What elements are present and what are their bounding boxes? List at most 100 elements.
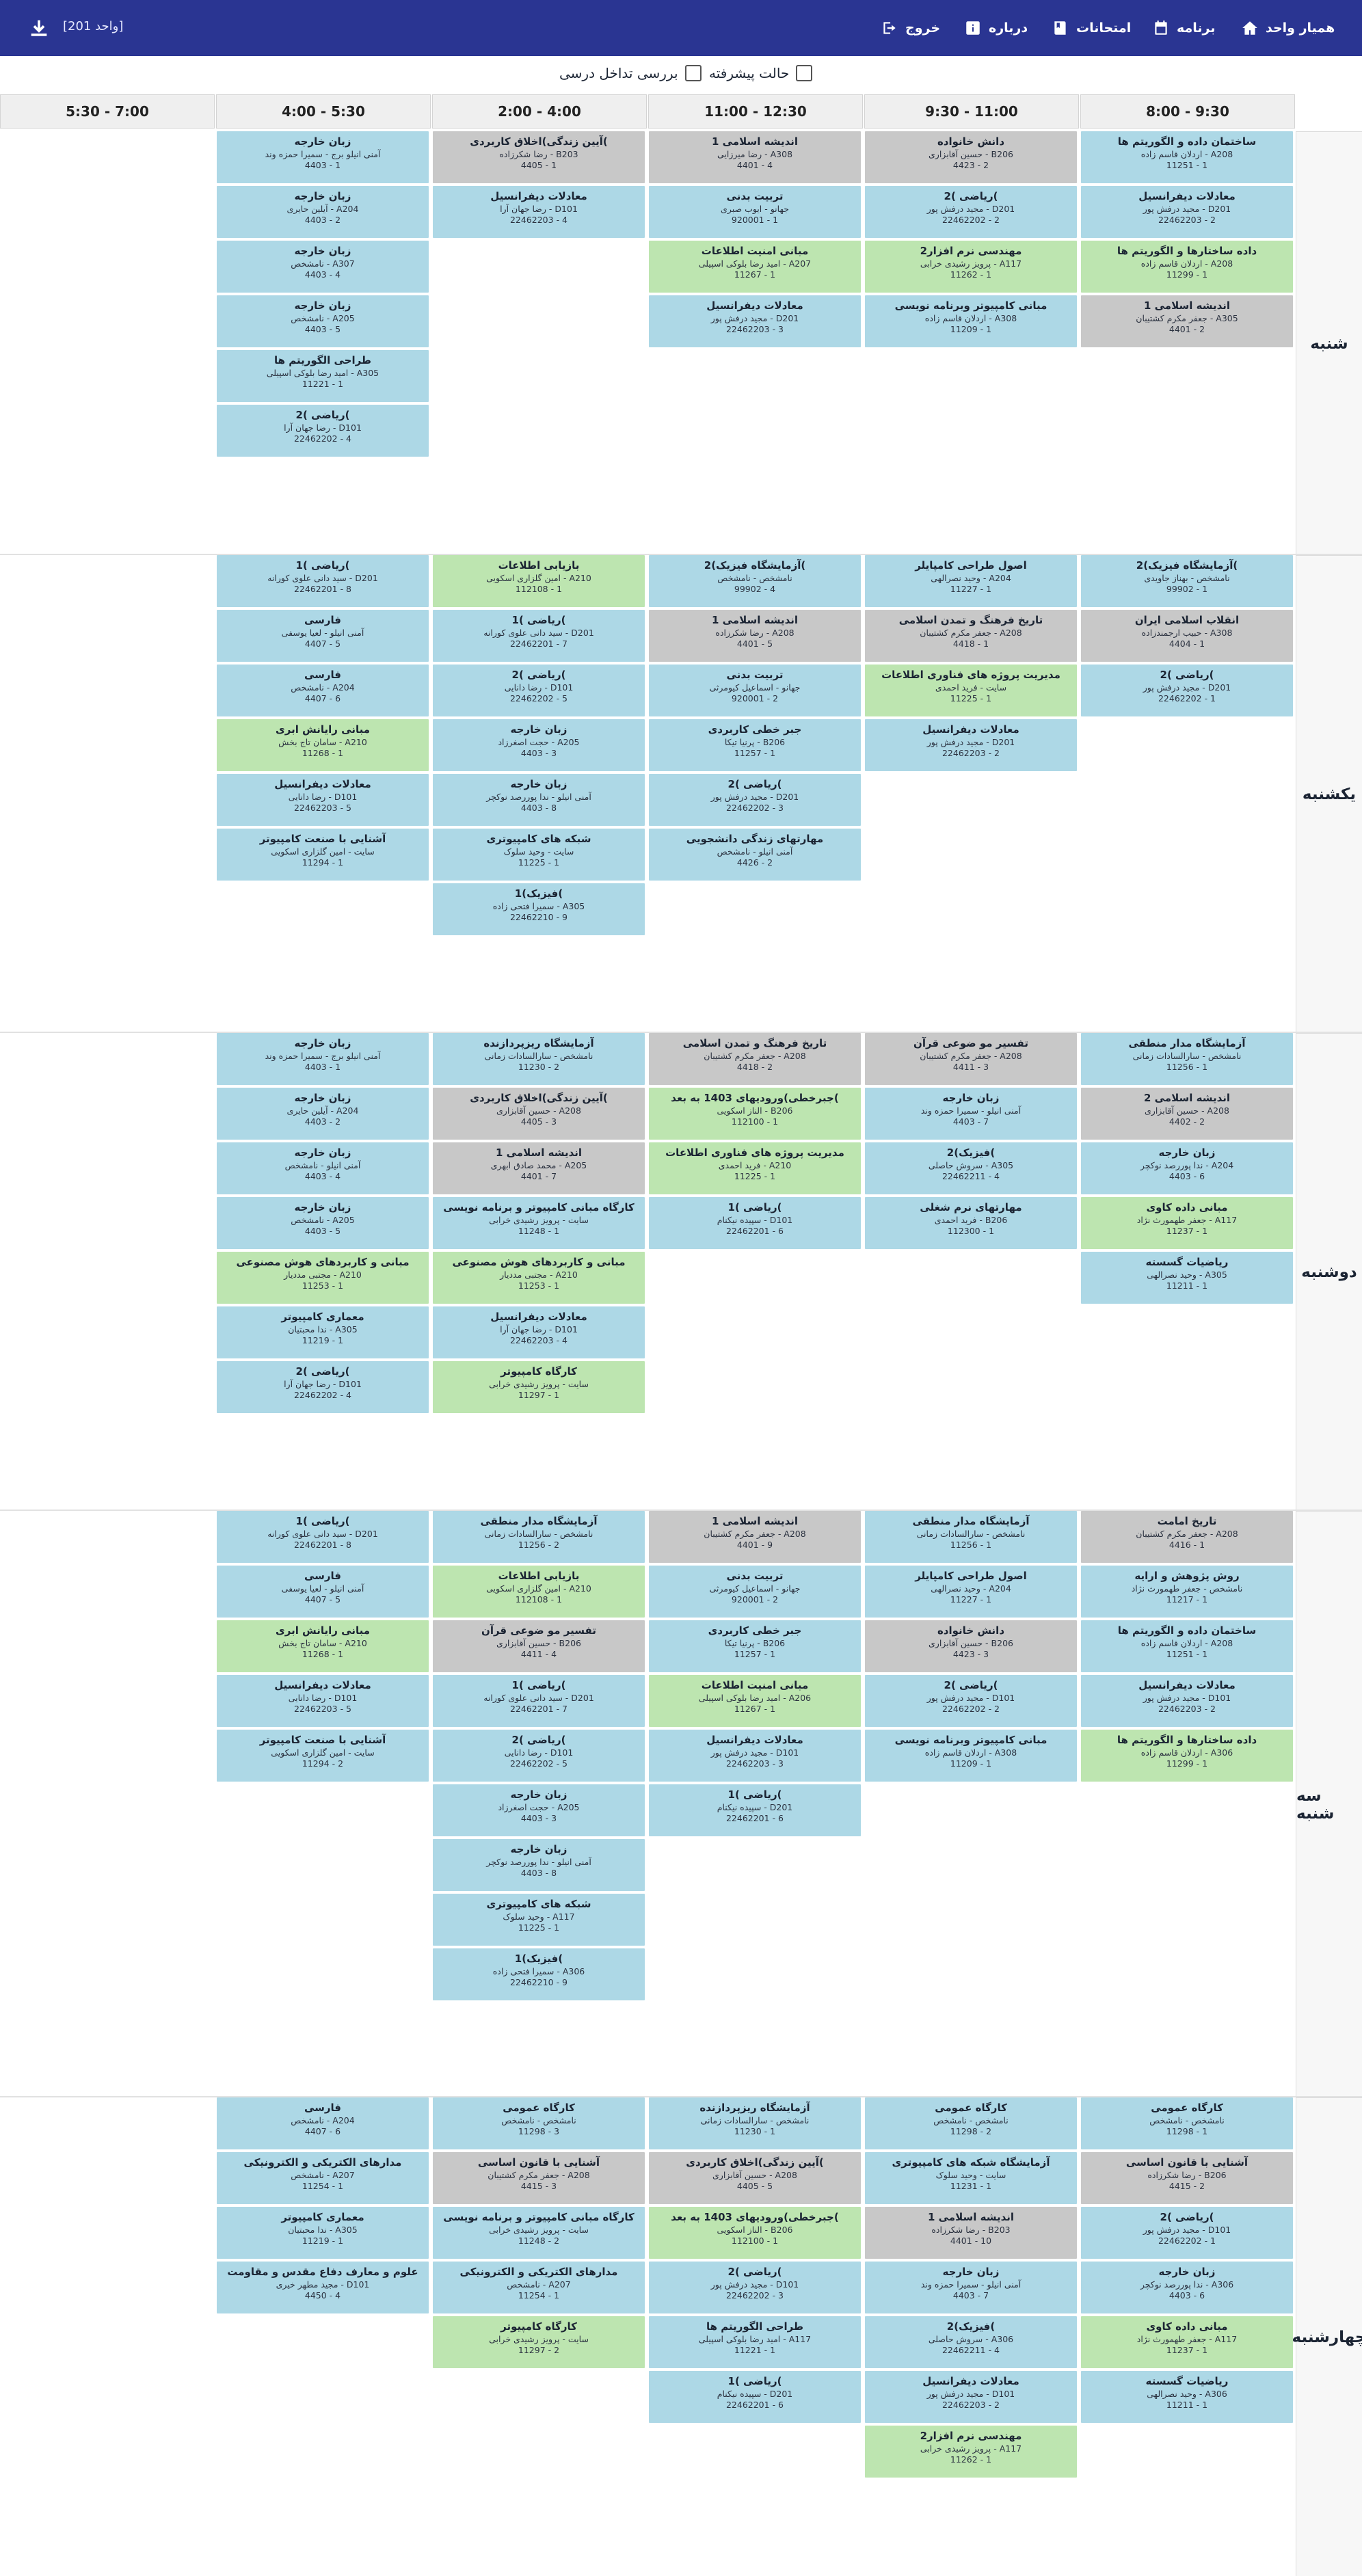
course-card[interactable]: کارگاه کامپیوتر سایت - پرویز رشیدی خرابی 1… [433, 2316, 645, 2368]
course-card[interactable]: آشنایی با صنعت کامپیوتر سایت - امین گلزار… [217, 829, 429, 881]
course-card[interactable]: روش پژوهش و ارایه نامشخص - جعفر طهمورث نژ… [1081, 1566, 1293, 1618]
course-card[interactable]: زبان خارجه آیلین حایری - A204 4403 - 2 [217, 1088, 429, 1140]
course-card[interactable]: ساختمان داده و الگوریتم ها اردلان قاسم زا… [1081, 1620, 1293, 1672]
course-card[interactable]: معادلات دیفرانسیل مجید درفش پور - D201 224… [1081, 186, 1293, 238]
course-card[interactable]: مبانی داده کاوی جعفر طهمورث نژاد - A117 11… [1081, 2316, 1293, 2368]
course-card[interactable]: زبان خارجه ندا پوررصد نوکچر - A306 4403 - … [1081, 2262, 1293, 2313]
course-card[interactable]: انقلاب اسلامی ایران حبیب ارجمندزاده - A30… [1081, 610, 1293, 662]
course-card[interactable]: معادلات دیفرانسیل مجید درفش پور - D201 224… [649, 295, 861, 347]
course-card[interactable]: ریاضی )1(سید دانی علوی کورانه - D201 2246… [217, 1511, 429, 1563]
course-card[interactable]: زبان خارجه حجت اصغرزاد - A205 4403 - 3 [433, 719, 645, 771]
nav-exams[interactable]: امتحانات [1052, 0, 1131, 56]
course-card[interactable]: زبان خارجه ندا پوررصد نوکچر - A204 4403 - … [1081, 1142, 1293, 1194]
course-card[interactable]: ریاضی )1(سپیده نیکنام - D101 22462201 - 6 [649, 1197, 861, 1249]
course-card[interactable]: اندیشه اسلامی 1 رضا شکرزاده - B203 4401 - … [865, 2207, 1077, 2259]
course-card[interactable]: اندیشه اسلامی 2 حسین آقابزاری - A208 4402 … [1081, 1088, 1293, 1140]
course-card[interactable]: ریاضی )2(مجید درفش پور - D201 22462202 - … [865, 186, 1077, 238]
course-card[interactable]: زبان خارجه آمنی انیلو - سمیرا حمزه وند 440… [865, 1088, 1077, 1140]
course-card[interactable]: معادلات دیفرانسیل مجید درفش پور - D101 224… [1081, 1675, 1293, 1727]
course-card[interactable]: ریاضی )2(مجید درفش پور - D201 22462202 - … [1081, 665, 1293, 716]
course-card[interactable]: اصول طراحی کامپایلر وحید نصرالهی - A204 11… [865, 555, 1077, 607]
course-card[interactable]: ریاضی )1(سپیده نیکنام - D201 22462201 - 6 [649, 2371, 861, 2423]
course-card[interactable]: بازیابی اطلاعات امین گلزاری اسکویی - A210… [433, 555, 645, 607]
course-card[interactable]: تاریخ فرهنگ و تمدن اسلامی جعفر مکرم کشتیب… [865, 610, 1077, 662]
course-card[interactable]: جبر خطی کاربردی پرنیا تیکا - B206 11257 - … [649, 1620, 861, 1672]
course-card[interactable]: زبان خارجه نامشخص - A205 4403 - 5 [217, 295, 429, 347]
course-card[interactable]: معادلات دیفرانسیل مجید درفش پور - D101 224… [649, 1730, 861, 1782]
conflict-check-option[interactable]: بررسی تداخل درسی [559, 63, 702, 83]
course-card[interactable]: آشنایی با قانون اساسی رضا شکرزاده - B206 4… [1081, 2152, 1293, 2204]
course-card[interactable]: معادلات دیفرانسیل مجید درفش پور - D201 224… [865, 719, 1077, 771]
course-card[interactable]: معادلات دیفرانسیل مجید درفش پور - D101 224… [865, 2371, 1077, 2423]
course-card[interactable]: مبانی کامپیوتر وبرنامه نویسی اردلان قاسم … [865, 295, 1077, 347]
course-card[interactable]: تفسیر مو ضوعی قرآن حسین آقابزاری - B206 44… [433, 1620, 645, 1672]
course-card[interactable]: زبان خارجه آمنی انیلو برج - سمیرا حمزه ون… [217, 131, 429, 183]
course-card[interactable]: مهندسی نرم افزار2 پرویز رشیدی خرابی - A11… [865, 2426, 1077, 2478]
course-card[interactable]: فیزیک)2(سروش حاصلی - A306 22462211 - 4 [865, 2316, 1077, 2368]
course-card[interactable]: تاریخ امامت جعفر مکرم کشتیبان - A208 4416 … [1081, 1511, 1293, 1563]
course-card[interactable]: ریاضی )1(سپیده نیکنام - D201 22462201 - 6 [649, 1784, 861, 1836]
course-card[interactable]: مهارتهای نرم شغلی فرید احمدی - B206 112300… [865, 1197, 1077, 1249]
course-card[interactable]: فارسی نامشخص - A204 4407 - 6 [217, 2097, 429, 2149]
course-card[interactable]: زبان خارجه آمنی انیلو - ندا پوررصد نوکچر 4… [433, 774, 645, 826]
course-card[interactable]: معادلات دیفرانسیل رضا جهان آرا - D101 2246… [433, 186, 645, 238]
course-card[interactable]: آزمایشگاه فیزیک)2(نامشخص - بهناز جاویدی 9… [1081, 555, 1293, 607]
course-card[interactable]: معادلات دیفرانسیل رضا دانایی - D101 224622… [217, 1675, 429, 1727]
nav-schedule[interactable]: برنامه [1152, 0, 1216, 56]
course-card[interactable]: آزمایشگاه ریزپردازنده نامشخص - سارالسادات… [649, 2097, 861, 2149]
course-card[interactable]: ریاضی )2(رضا جهان آرا - D101 22462202 - 4 [217, 1361, 429, 1413]
course-card[interactable]: مبانی رایانش ابری سامان تاج بخش - A210 112… [217, 719, 429, 771]
course-card[interactable]: ریاضی )2(رضا دانایی - D101 22462202 - 5 [433, 665, 645, 716]
course-card[interactable]: مبانی امنیت اطلاعات امید رضا بلوکی اسپیلی… [649, 1675, 861, 1727]
course-card[interactable]: مبانی و کاربردهای هوش مصنوعی مجتبی مددیار… [433, 1252, 645, 1304]
course-card[interactable]: تربیت بدنی جهانو - اسماعیل کیومرثی 920001 … [649, 1566, 861, 1618]
course-card[interactable]: مهندسی نرم افزار2 پرویز رشیدی خرابی - A11… [865, 241, 1077, 293]
course-card[interactable]: بازیابی اطلاعات امین گلزاری اسکویی - A210… [433, 1566, 645, 1618]
course-card[interactable]: ساختمان داده و الگوریتم ها اردلان قاسم زا… [1081, 131, 1293, 183]
course-card[interactable]: زبان خارجه آمنی انیلو برج - سمیرا حمزه ون… [217, 1033, 429, 1085]
course-card[interactable]: مبانی امنیت اطلاعات امید رضا بلوکی اسپیلی… [649, 241, 861, 293]
course-card[interactable]: کارگاه مبانی کامپیوتر و برنامه نویسی سایت… [433, 2207, 645, 2259]
course-card[interactable]: معماری کامپیوتر ندا محبتیان - A305 11219 -… [217, 1306, 429, 1358]
course-card[interactable]: زبان خارجه آمنی انیلو - نامشخص 4403 - 4 [217, 1142, 429, 1194]
course-card[interactable]: ریاضی )2(رضا دانایی - D101 22462202 - 5 [433, 1730, 645, 1782]
course-card[interactable]: اصول طراحی کامپایلر وحید نصرالهی - A204 11… [865, 1566, 1077, 1618]
course-card[interactable]: فارسی آمنی انیلو - لعیا یوسفی 4407 - 5 [217, 610, 429, 662]
course-card[interactable]: مبانی کامپیوتر وبرنامه نویسی اردلان قاسم … [865, 1730, 1077, 1782]
course-card[interactable]: اندیشه اسلامی 1 رضا شکرزاده - A208 4401 - … [649, 610, 861, 662]
course-card[interactable]: داده ساختارها و الگوریتم ها اردلان قاسم ز… [1081, 241, 1293, 293]
course-card[interactable]: تربیت بدنی جهانو - اسماعیل کیومرثی 920001 … [649, 665, 861, 716]
course-card[interactable]: آزمایشگاه مدار منطقی نامشخص - سارالسادات … [1081, 1033, 1293, 1085]
course-card[interactable]: کارگاه عمومی نامشخص - نامشخص 11298 - 1 [1081, 2097, 1293, 2149]
course-card[interactable]: معادلات دیفرانسیل رضا دانایی - D101 224622… [217, 774, 429, 826]
course-card[interactable]: آشنایی با صنعت کامپیوتر سایت - امین گلزار… [217, 1730, 429, 1782]
course-card[interactable]: ریاضیات گسسته وحید نصرالهی - A306 11211 - … [1081, 2371, 1293, 2423]
course-card[interactable]: داده ساختارها و الگوریتم ها اردلان قاسم ز… [1081, 1730, 1293, 1782]
course-card[interactable]: دانش خانواده حسین آقابزاری - B206 4423 - 3 [865, 1620, 1077, 1672]
course-card[interactable]: فیزیک)2(سروش حاصلی - A305 22462211 - 4 [865, 1142, 1077, 1194]
course-card[interactable]: اندیشه اسلامی 1 جعفر مکرم کشتیبان - A208 4… [649, 1511, 861, 1563]
advanced-mode-checkbox[interactable] [796, 65, 813, 81]
course-card[interactable]: شبکه های کامپیوتری وحید سلوک - A117 11225 … [433, 1894, 645, 1946]
course-card[interactable]: زبان خارجه حجت اصغرزاد - A205 4403 - 3 [433, 1784, 645, 1836]
course-card[interactable]: زبان خارجه آیلین حایری - A204 4403 - 2 [217, 186, 429, 238]
course-card[interactable]: زبان خارجه آمنی انیلو - سمیرا حمزه وند 440… [865, 2262, 1077, 2313]
download-button[interactable] [27, 16, 51, 40]
course-card[interactable]: دانش خانواده حسین آقابزاری - B206 4423 - 2 [865, 131, 1077, 183]
course-card[interactable]: تربیت بدنی جهانو - ایوب صبری 920001 - 1 [649, 186, 861, 238]
course-card[interactable]: آیین زندگی)اخلاق کاربردی(حسین آقابزاری -… [433, 1088, 645, 1140]
course-card[interactable]: مدیریت پروژه های فناوری اطلاعات سایت - فر… [865, 665, 1077, 716]
course-card[interactable]: ریاضی )2(مجید درفش پور - D101 22462202 - … [649, 2262, 861, 2313]
course-card[interactable]: آشنایی با قانون اساسی جعفر مکرم کشتیبان -… [433, 2152, 645, 2204]
course-card[interactable]: مبانی داده کاوی جعفر طهمورث نژاد - A117 11… [1081, 1197, 1293, 1249]
course-card[interactable]: کارگاه عمومی نامشخص - نامشخص 11298 - 2 [865, 2097, 1077, 2149]
course-card[interactable]: اندیشه اسلامی 1 محمد صادق ابهری - A205 440… [433, 1142, 645, 1194]
course-card[interactable]: ریاضی )2(مجید درفش پور - D101 22462202 - … [865, 1675, 1077, 1727]
course-card[interactable]: تاریخ فرهنگ و تمدن اسلامی جعفر مکرم کشتیب… [649, 1033, 861, 1085]
course-card[interactable]: اندیشه اسلامی 1 جعفر مکرم کشتیبان - A305 4… [1081, 295, 1293, 347]
course-card[interactable]: ریاضیات گسسته وحید نصرالهی - A305 11211 - … [1081, 1252, 1293, 1304]
course-card[interactable]: فیزیک)1(سمیرا فتحی زاده - A306 22462210 -… [433, 1948, 645, 2000]
course-card[interactable]: مدیریت پروژه های فناوری اطلاعات فرید احمد… [649, 1142, 861, 1194]
course-card[interactable]: اندیشه اسلامی 1 رضا میرزایی - A308 4401 - … [649, 131, 861, 183]
course-card[interactable]: ریاضی )2(رضا جهان آرا - D101 22462202 - 4 [217, 405, 429, 457]
